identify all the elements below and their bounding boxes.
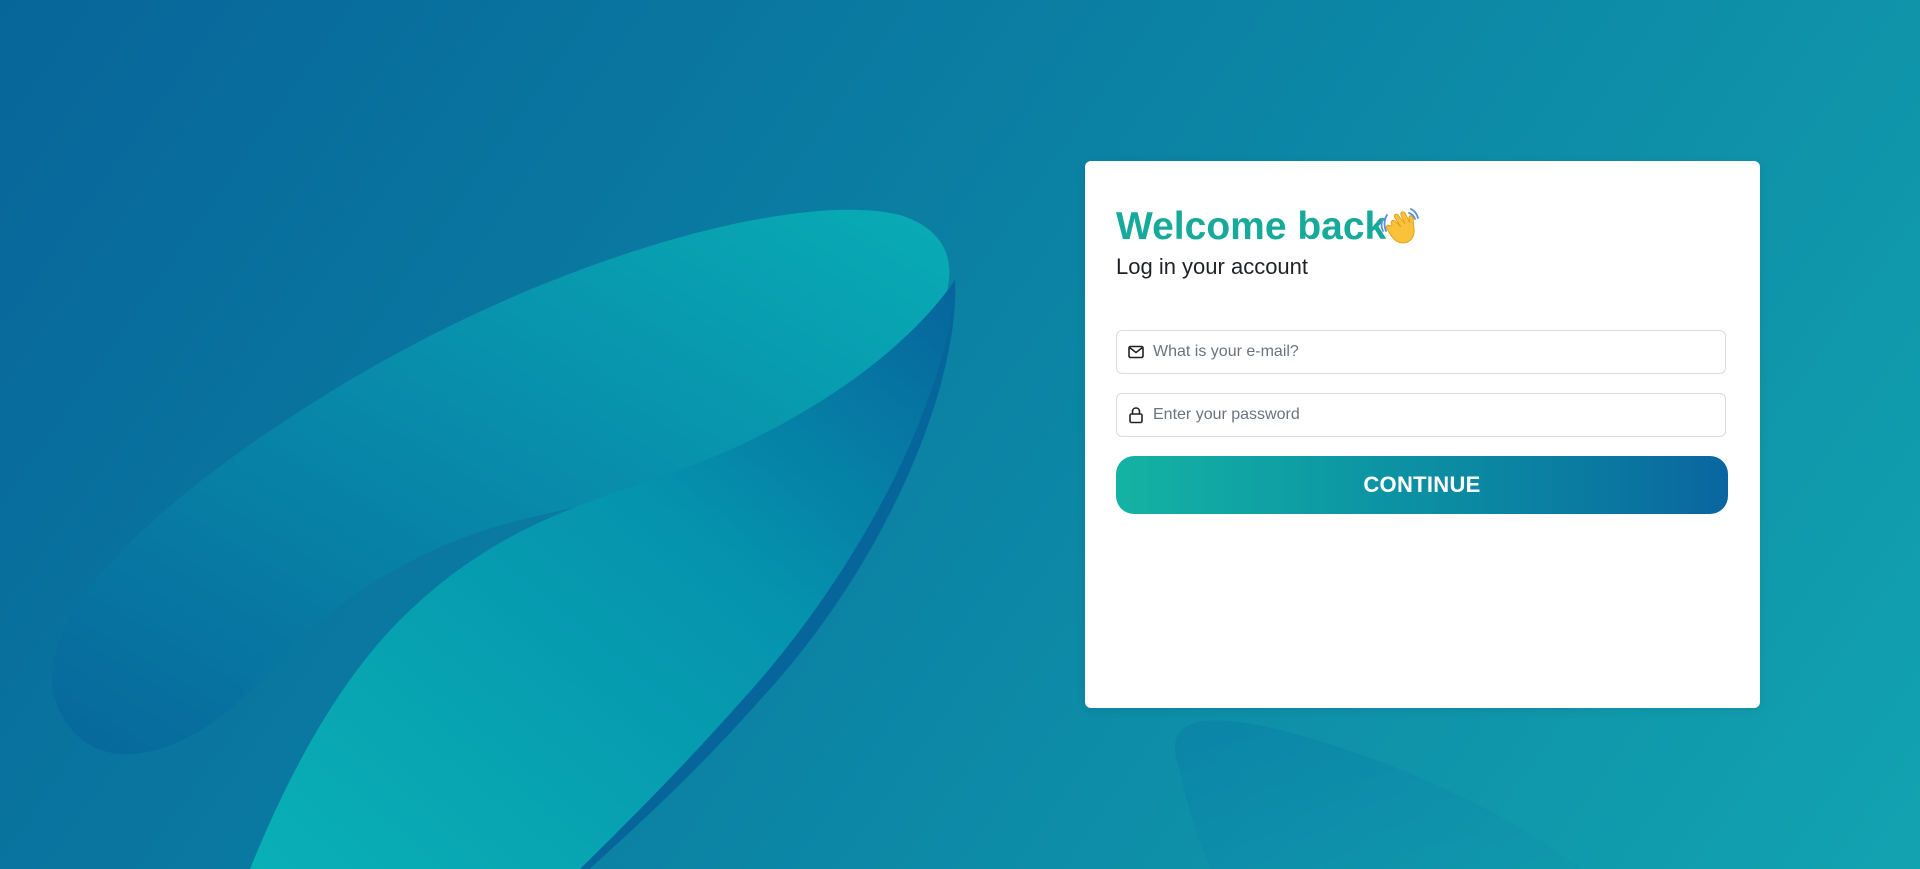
continue-button[interactable]: CONTINUE	[1116, 456, 1728, 514]
password-field-container	[1116, 393, 1726, 437]
mail-icon	[1128, 345, 1144, 359]
email-field-container	[1116, 330, 1726, 374]
login-card: Welcome back Log in your account CONTINU…	[1085, 161, 1760, 708]
login-page: Welcome back Log in your account CONTINU…	[0, 0, 1920, 869]
email-input[interactable]	[1153, 331, 1713, 373]
waving-hand-icon	[1380, 208, 1419, 244]
password-input[interactable]	[1153, 394, 1713, 436]
subtitle: Log in your account	[1116, 254, 1309, 279]
lock-icon	[1129, 407, 1143, 424]
page-title: Welcome back	[1116, 205, 1387, 248]
